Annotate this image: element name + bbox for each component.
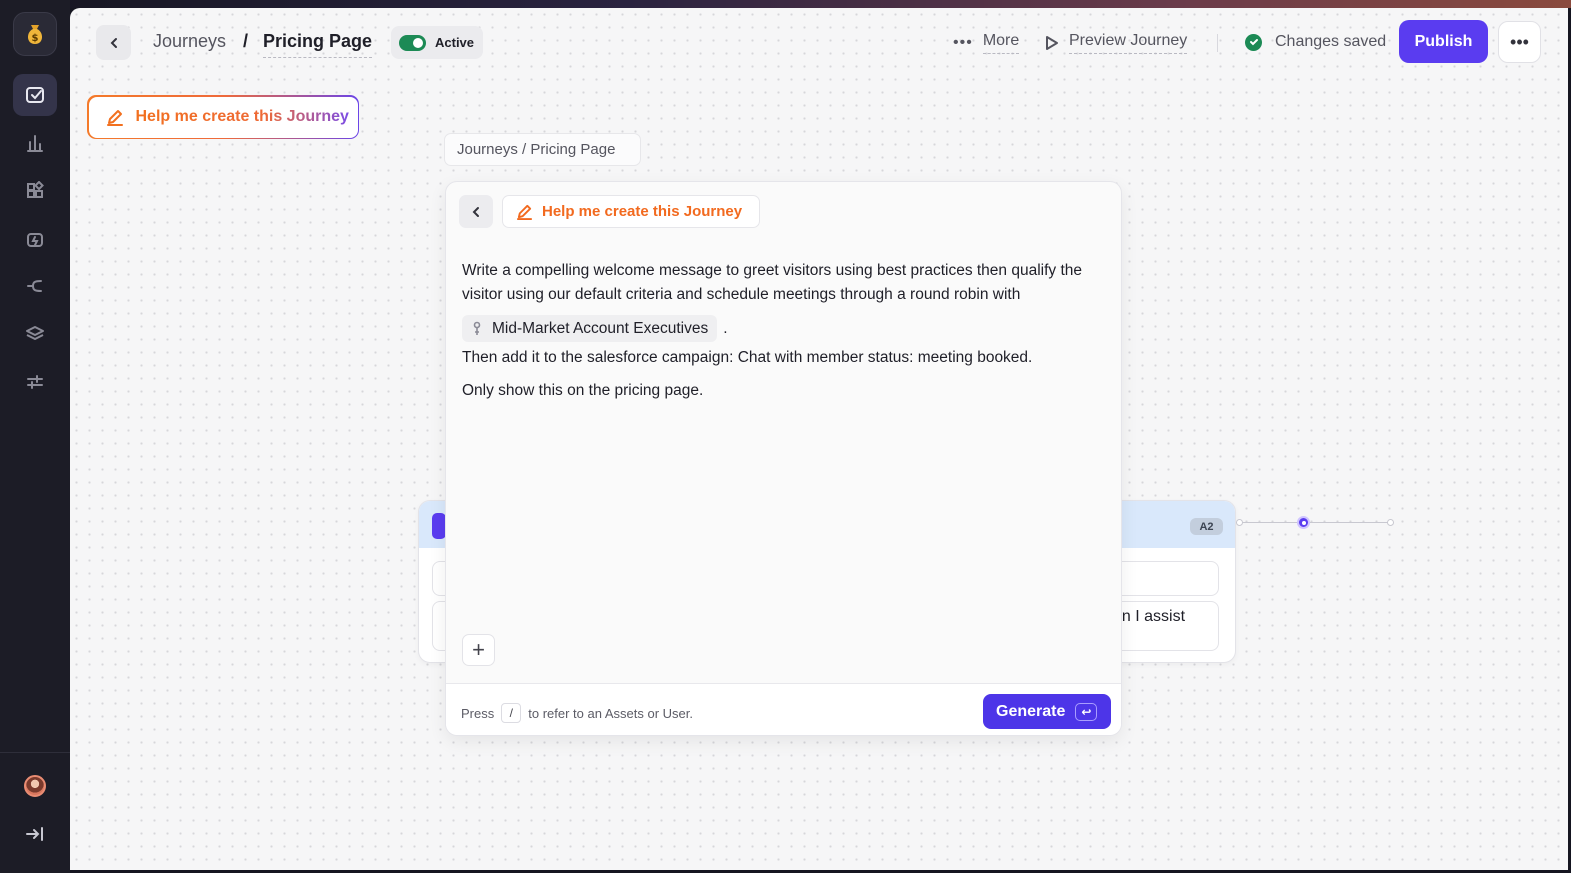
plus-icon: + (472, 637, 485, 662)
layers-icon[interactable] (13, 313, 57, 355)
pencil-icon (106, 110, 123, 126)
save-status-label: Changes saved (1275, 33, 1387, 50)
panel-footer: Press / to refer to an Assets or User. G… (446, 683, 1121, 735)
slash-hint: Press / to refer to an Assets or User. (461, 703, 693, 723)
mention-row: Mid-Market Account Executives . (462, 315, 728, 342)
panel-help-chip[interactable]: Help me create this Journey (502, 195, 760, 228)
publish-button[interactable]: Publish (1399, 20, 1488, 63)
preview-journey-button[interactable]: Preview Journey (1045, 32, 1188, 54)
journeys-icon[interactable] (13, 74, 57, 116)
generate-label: Generate (996, 702, 1066, 720)
connector-end-dot[interactable] (1387, 519, 1394, 526)
sidebar: $ (0, 0, 70, 873)
enter-key-icon: ↩ (1075, 702, 1098, 721)
more-label: More (982, 32, 1020, 54)
automation-icon[interactable] (13, 218, 57, 260)
connector-start-dot[interactable] (1236, 519, 1243, 526)
header-divider (1217, 34, 1218, 52)
help-create-journey-button[interactable]: Help me create this Journey (87, 95, 359, 139)
user-link-icon (473, 321, 481, 335)
svg-text:$: $ (32, 33, 39, 44)
user-group-mention[interactable]: Mid-Market Account Executives (462, 315, 718, 342)
prompt-text[interactable]: Write a compelling welcome message to gr… (462, 259, 1107, 307)
play-icon (1046, 36, 1058, 50)
node-type-icon (432, 513, 446, 539)
more-dots-icon: ••• (953, 34, 973, 51)
back-button[interactable] (96, 25, 131, 60)
kebab-icon: ••• (1510, 31, 1529, 52)
breadcrumb-journeys[interactable]: Journeys (153, 31, 226, 52)
panel-back-button[interactable] (459, 195, 493, 228)
mention-suffix: . (723, 319, 728, 337)
top-gradient-bar (0, 0, 1571, 8)
node-breadcrumb-chip: Journeys / Pricing Page (444, 133, 641, 166)
node-connector-line (1236, 522, 1392, 523)
preview-label: Preview Journey (1069, 32, 1188, 54)
mention-label: Mid-Market Account Executives (492, 319, 709, 337)
settings-sliders-icon[interactable] (13, 361, 57, 403)
status-label: Active (435, 35, 475, 50)
routing-icon[interactable] (13, 265, 57, 307)
active-toggle[interactable]: Active (391, 26, 483, 59)
sidebar-divider (0, 752, 70, 753)
analytics-icon[interactable] (13, 122, 57, 164)
toggle-switch[interactable] (399, 34, 426, 51)
pencil-icon (516, 204, 533, 220)
breadcrumb-separator: / (243, 31, 249, 51)
add-button[interactable]: + (462, 634, 495, 666)
hint-rest: to refer to an Assets or User. (528, 705, 693, 721)
panel-help-label: Help me create this Journey (542, 203, 743, 220)
money-bag-icon[interactable]: $ (13, 12, 57, 56)
hint-press: Press (461, 705, 495, 721)
prompt-text-line3[interactable]: Only show this on the pricing page. (462, 382, 703, 400)
connector-handle[interactable] (1297, 516, 1310, 529)
generate-button[interactable]: Generate ↩ (983, 694, 1111, 729)
widgets-icon[interactable] (13, 170, 57, 212)
overflow-menu-button[interactable]: ••• (1498, 21, 1541, 63)
node-badge: A2 (1190, 518, 1223, 535)
avatar[interactable] (24, 775, 46, 797)
help-button-label: Help me create this Journey (135, 108, 349, 125)
slash-key: / (501, 703, 522, 723)
page-title[interactable]: Pricing Page (263, 31, 373, 58)
ai-prompt-panel: Help me create this Journey Write a comp… (445, 181, 1122, 736)
more-button[interactable]: ••• More (953, 32, 1020, 54)
collapse-icon[interactable] (13, 813, 57, 855)
node-message-text: an I assist (1113, 608, 1186, 625)
check-circle-icon (1245, 33, 1262, 51)
save-status: Changes saved (1245, 33, 1386, 51)
prompt-text-line2[interactable]: Then add it to the salesforce campaign: … (462, 349, 1032, 367)
